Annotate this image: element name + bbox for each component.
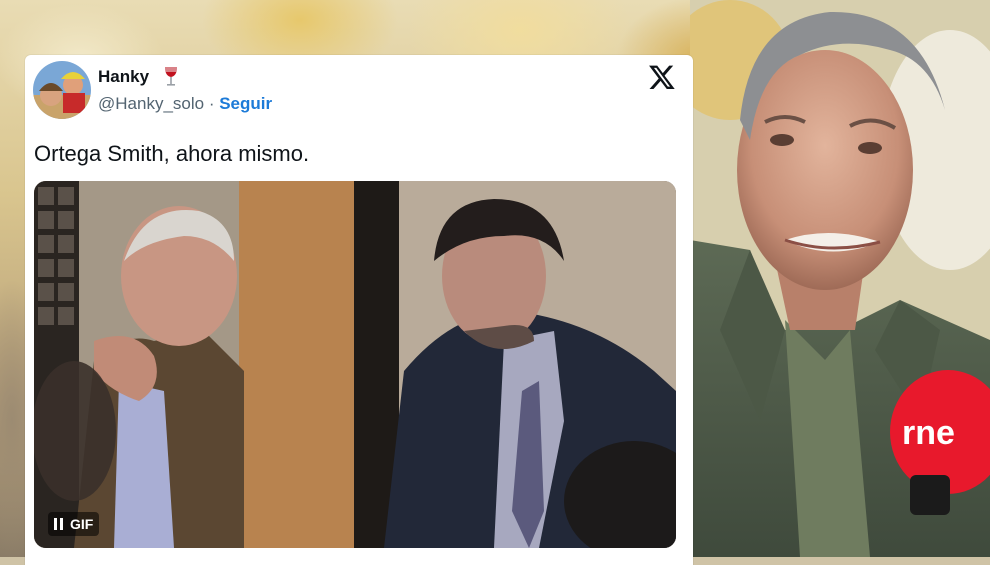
microphone-label: rne (902, 414, 955, 452)
gif-label: GIF (70, 516, 94, 532)
follow-button[interactable]: Seguir (219, 94, 272, 113)
person-photo: rne (690, 0, 990, 557)
wine-glass-icon (165, 67, 177, 86)
tweet-text: Ortega Smith, ahora mismo. (34, 141, 310, 166)
gif-frame (34, 181, 676, 548)
handle-line: @Hanky_solo · Seguir (98, 94, 272, 114)
pause-icon[interactable] (54, 518, 64, 530)
tweet-media-gif[interactable]: GIF (34, 181, 676, 548)
separator: · (204, 94, 220, 113)
avatar[interactable] (33, 61, 91, 119)
gif-badge[interactable]: GIF (48, 512, 100, 536)
display-name[interactable]: Hanky (98, 67, 149, 87)
handle[interactable]: @Hanky_solo (98, 94, 204, 113)
tweet-card: Hanky @Hanky_solo · Seguir Ortega Smith,… (25, 55, 693, 565)
x-logo-icon[interactable] (648, 63, 676, 91)
